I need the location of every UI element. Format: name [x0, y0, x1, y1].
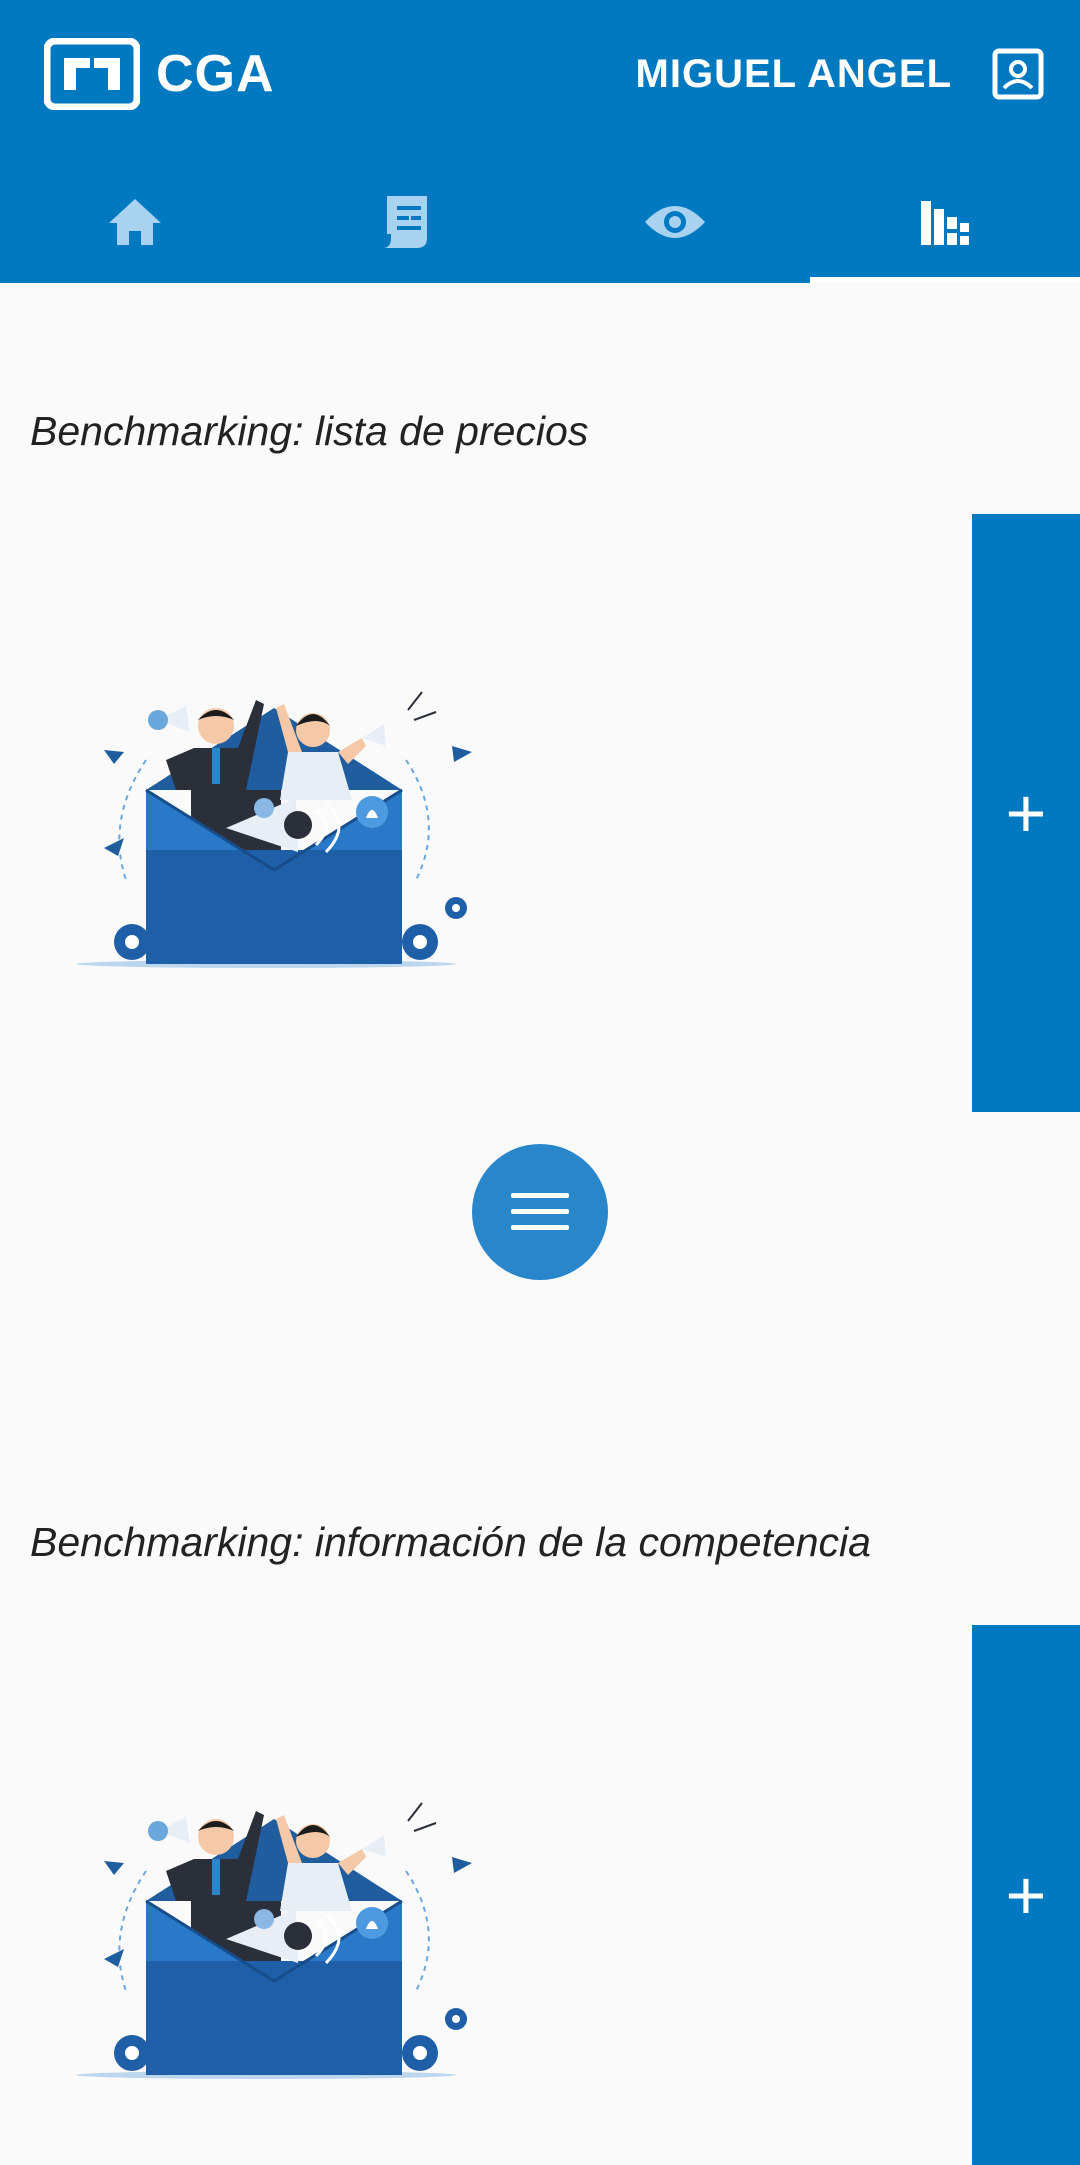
section-title-competition: Benchmarking: información de la competen…	[30, 1519, 871, 1565]
receipt-icon	[383, 195, 427, 248]
plus-icon: +	[1005, 774, 1047, 852]
section-card-price-list[interactable]	[0, 514, 1080, 1112]
add-price-list-button[interactable]: +	[972, 514, 1080, 1112]
tab-benchmarking[interactable]	[810, 160, 1080, 283]
brand-name: CGA	[156, 45, 275, 103]
app-header: CGA MIGUEL ANGEL	[0, 0, 1080, 283]
user-name: MIGUEL ANGEL	[635, 51, 952, 96]
section-card-competition[interactable]	[0, 1625, 1080, 2165]
menu-icon	[511, 1193, 569, 1230]
nav-tabs	[0, 160, 1080, 283]
tab-home[interactable]	[0, 160, 270, 283]
section-title-price-list: Benchmarking: lista de precios	[30, 408, 589, 454]
tab-view[interactable]	[540, 160, 810, 283]
user-profile-icon[interactable]	[992, 48, 1044, 100]
tab-documents[interactable]	[270, 160, 540, 283]
menu-fab-button[interactable]	[472, 1144, 608, 1280]
cga-logo-icon	[44, 38, 140, 110]
brand-logo[interactable]: CGA	[44, 38, 275, 110]
plus-icon: +	[1005, 1856, 1047, 1934]
bar-chart-icon	[921, 200, 969, 245]
eye-icon	[645, 205, 705, 238]
marketing-illustration	[76, 691, 472, 968]
marketing-illustration	[76, 1802, 472, 2079]
add-competition-info-button[interactable]: +	[972, 1625, 1080, 2165]
user-profile[interactable]: MIGUEL ANGEL	[636, 48, 1044, 100]
home-icon	[109, 198, 161, 245]
